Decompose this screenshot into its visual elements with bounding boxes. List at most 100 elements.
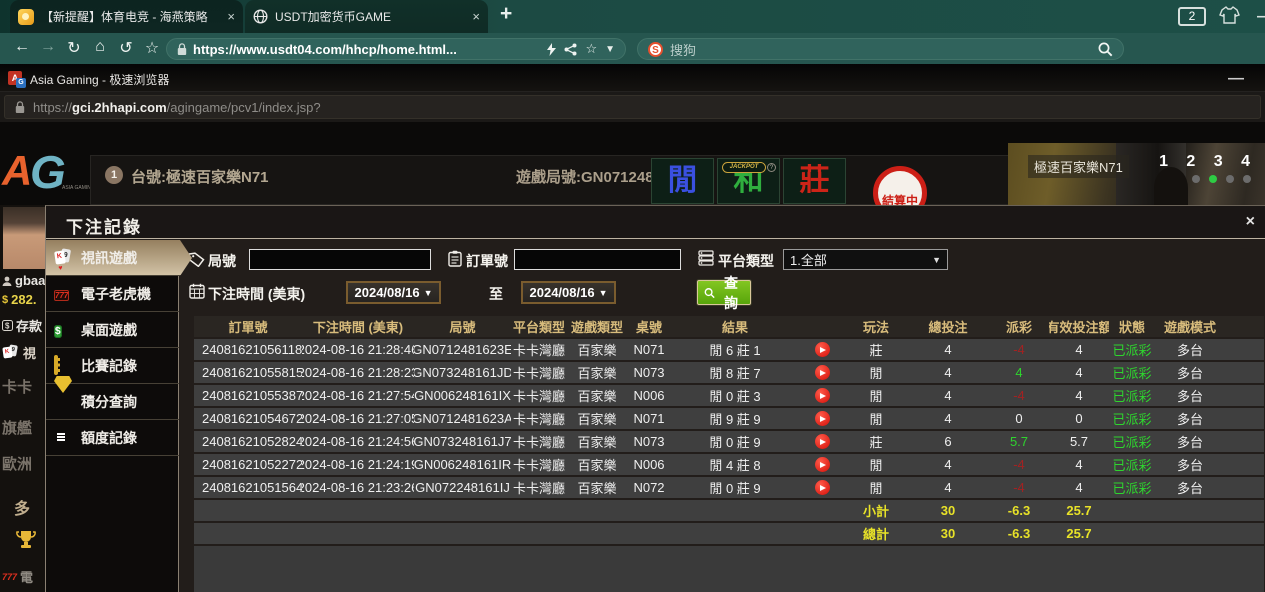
bolt-icon[interactable] bbox=[547, 43, 556, 56]
date-caret-icon: ▼ bbox=[424, 288, 433, 298]
address-bar[interactable]: https://www.usdt04.com/hhcp/home.html...… bbox=[166, 38, 626, 60]
hall-europe-label[interactable]: 歐洲 bbox=[2, 453, 32, 474]
url-text: https://www.usdt04.com/hhcp/home.html... bbox=[193, 42, 539, 57]
platform-icon bbox=[698, 250, 714, 266]
cell-platform: 卡卡灣廳 bbox=[511, 362, 567, 383]
replay-play-button[interactable] bbox=[815, 365, 830, 380]
browser-nav-bar: ← → ↻ ⌂ ↺ ☆ https://www.usdt04.com/hhcp/… bbox=[0, 33, 1265, 64]
cell-replay bbox=[799, 431, 845, 452]
bet-zone-player[interactable]: 閒 bbox=[651, 158, 714, 204]
replay-play-button[interactable] bbox=[815, 411, 830, 426]
slot-777-icon: 777 bbox=[54, 285, 74, 302]
query-button[interactable]: 查詢 bbox=[697, 280, 751, 305]
platform-type-select[interactable]: 1.全部 ▼ bbox=[783, 249, 948, 270]
bet-zone-banker[interactable]: 莊 bbox=[783, 158, 846, 204]
sidebar-item-points-query[interactable]: 積分查詢 bbox=[46, 384, 179, 420]
ag-address-field[interactable]: https://gci.2hhapi.com/agingame/pcv1/ind… bbox=[4, 95, 1261, 119]
game-header-bar: 1 台號:極速百家樂N71 遊戲局號:GN0712481623F 閒 JACKP… bbox=[90, 155, 1030, 205]
home-icon[interactable]: ⌂ bbox=[90, 38, 110, 56]
modal-close-icon[interactable]: × bbox=[1246, 213, 1255, 231]
hall-flagship-label[interactable]: 旗艦 bbox=[2, 417, 32, 438]
favorite-star-icon[interactable]: ☆ bbox=[585, 41, 597, 57]
hall-multi-label[interactable]: 多 bbox=[14, 495, 30, 519]
date-to-button[interactable]: 2024/08/16 ▼ bbox=[521, 281, 616, 304]
replay-play-button[interactable] bbox=[815, 480, 830, 495]
window-minimize-sliver[interactable]: — bbox=[1257, 8, 1265, 26]
search-bar[interactable]: S 搜狗 bbox=[637, 38, 1124, 60]
cell-order-number: 240816210515649 bbox=[194, 477, 302, 498]
subtotal-label: 小計 bbox=[845, 500, 907, 521]
order-number-input[interactable] bbox=[514, 249, 681, 270]
cell-platform: 卡卡灣廳 bbox=[511, 454, 567, 475]
date-from-button[interactable]: 2024/08/16 ▼ bbox=[346, 281, 441, 304]
hall-kaka-label[interactable]: 卡卡 bbox=[2, 376, 32, 397]
share-icon[interactable] bbox=[564, 43, 577, 56]
table-body: 240816210561189 2024-08-16 21:28:46 GN07… bbox=[194, 339, 1264, 498]
cell-status: 已派彩 bbox=[1109, 454, 1155, 475]
tab-count-badge[interactable]: 2 bbox=[1178, 7, 1206, 26]
tab2-close-icon[interactable]: × bbox=[472, 9, 480, 24]
sidebar-item-table-games[interactable]: $ 桌面遊戲 bbox=[46, 312, 179, 348]
tab-sports-site[interactable]: 【新提醒】体育电竞 - 海燕策略 × bbox=[10, 0, 243, 33]
trophy-icon[interactable] bbox=[16, 530, 36, 549]
table-row: 240816210522728 2024-08-16 21:24:19 GN00… bbox=[194, 454, 1264, 475]
replay-play-button[interactable] bbox=[815, 457, 830, 472]
replay-play-button[interactable] bbox=[815, 342, 830, 357]
theme-shirt-icon[interactable] bbox=[1219, 6, 1240, 24]
cell-payout: -4 bbox=[989, 385, 1049, 406]
cell-play-type: 莊 bbox=[845, 339, 907, 360]
cell-round-number: GN073248161JD bbox=[414, 362, 511, 383]
deposit-button[interactable]: $ 存款 bbox=[2, 316, 42, 335]
sidebar-item-slots[interactable]: 777 電子老虎機 bbox=[46, 276, 179, 312]
col-header: 桌號 bbox=[627, 316, 671, 337]
table-row: 240816210558151 2024-08-16 21:28:23 GN07… bbox=[194, 362, 1264, 383]
cell-result: 閒 0 莊 9 bbox=[671, 431, 799, 452]
table-switcher-numbers[interactable]: 1 2 3 4 bbox=[1159, 153, 1257, 171]
cell-status: 已派彩 bbox=[1109, 477, 1155, 498]
sidebar-item-credit-records[interactable]: 額度記錄 bbox=[46, 420, 179, 456]
ag-favicon-icon: A bbox=[8, 71, 22, 85]
cell-valid-bet: 5.7 bbox=[1049, 431, 1109, 452]
select-caret-icon: ▼ bbox=[932, 255, 941, 265]
new-tab-button[interactable]: + bbox=[500, 2, 512, 26]
modal-title: 下注記錄 bbox=[66, 213, 142, 238]
replay-play-button[interactable] bbox=[815, 434, 830, 449]
cell-valid-bet: 4 bbox=[1049, 362, 1109, 383]
tab2-favicon-globe-icon bbox=[253, 9, 268, 24]
cell-game-mode: 多台 bbox=[1155, 362, 1225, 383]
play-icon bbox=[820, 462, 826, 468]
back-icon[interactable]: ← bbox=[12, 38, 32, 56]
bookmark-star-icon[interactable]: ☆ bbox=[142, 38, 162, 58]
screen: 【新提醒】体育电竞 - 海燕策略 × USDT加密货币GAME × + 2 — … bbox=[0, 0, 1265, 592]
live-video-thumbnail[interactable]: 極速百家樂N71 1 2 3 4 bbox=[1008, 143, 1265, 205]
subtotal-valid-bet: 25.7 bbox=[1049, 500, 1109, 521]
reload-icon[interactable]: ↻ bbox=[64, 38, 84, 58]
jackpot-help-icon[interactable]: ? bbox=[767, 163, 776, 172]
play-icon bbox=[820, 393, 826, 399]
ag-minimize-button[interactable]: — bbox=[1228, 70, 1244, 88]
sidebar-item-video-games[interactable]: 9K♥ 視訊遊戲 bbox=[46, 240, 192, 276]
cell-platform: 卡卡灣廳 bbox=[511, 431, 567, 452]
search-magnifier-icon[interactable] bbox=[1098, 42, 1113, 57]
cell-round-number: GN072248161IJ bbox=[414, 477, 511, 498]
avatar[interactable] bbox=[3, 207, 45, 269]
logo-letter-g: G bbox=[30, 145, 66, 199]
history-icon[interactable]: ↺ bbox=[116, 38, 136, 58]
replay-play-button[interactable] bbox=[815, 388, 830, 403]
chevron-down-icon[interactable]: ▼ bbox=[605, 44, 615, 55]
cell-total-bet: 4 bbox=[907, 339, 989, 360]
video-games-rail-item[interactable]: 9K 視 bbox=[2, 343, 36, 362]
cell-round-number: GN006248161IX bbox=[414, 385, 511, 406]
forward-icon[interactable]: → bbox=[38, 38, 58, 56]
cell-play-type: 閒 bbox=[845, 362, 907, 383]
bet-zone-tie[interactable]: JACKPOT ? 和 bbox=[717, 158, 780, 204]
tab-usdt-game[interactable]: USDT加密货币GAME × bbox=[245, 0, 488, 33]
slots-rail-item[interactable]: 777 電 bbox=[2, 567, 33, 586]
round-number-input[interactable] bbox=[249, 249, 431, 270]
col-header-replay-spacer bbox=[799, 316, 845, 337]
tab-title: USDT加密货币GAME bbox=[275, 8, 464, 25]
cell-total-bet: 4 bbox=[907, 385, 989, 406]
cell-valid-bet: 4 bbox=[1049, 339, 1109, 360]
tab1-close-icon[interactable]: × bbox=[227, 9, 235, 24]
cell-total-bet: 4 bbox=[907, 454, 989, 475]
